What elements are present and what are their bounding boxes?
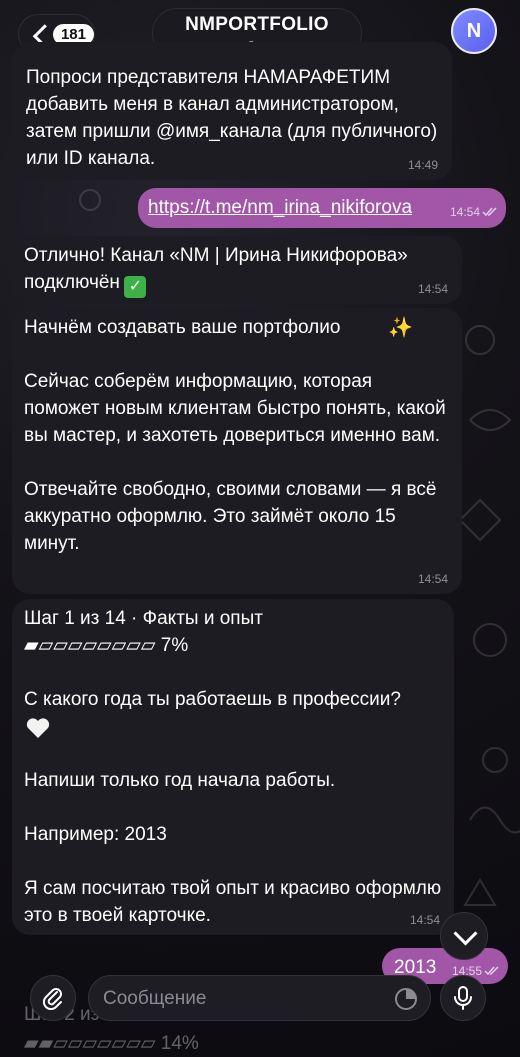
message-text: Отлично! Канал «NM | Ирина Никифорова» п… bbox=[24, 245, 414, 293]
chat-name: NMPORTFOLIO bbox=[185, 14, 329, 35]
message-time: 14:54 bbox=[409, 913, 440, 927]
message-time: 14:54 bbox=[417, 572, 448, 586]
message-incoming[interactable]: Попроси представителя НАМАРАФЕТИМ добави… bbox=[12, 42, 452, 180]
message-input-placeholder: Сообщение bbox=[103, 988, 207, 1009]
double-check-icon bbox=[482, 207, 497, 217]
sticker-icon[interactable] bbox=[394, 987, 418, 1011]
microphone-icon bbox=[454, 986, 472, 1010]
message-text: Попроси представителя НАМАРАФЕТИМ добави… bbox=[26, 67, 443, 169]
chevron-down-icon bbox=[453, 921, 478, 946]
message-incoming[interactable]: Отлично! Канал «NM | Ирина Никифорова» п… bbox=[12, 236, 462, 304]
message-time: 14:54 bbox=[449, 205, 480, 219]
attach-button[interactable] bbox=[30, 975, 76, 1021]
message-time: 14:54 bbox=[417, 282, 448, 296]
bot-avatar[interactable]: N bbox=[451, 8, 497, 54]
microphone-button[interactable] bbox=[440, 975, 486, 1021]
scroll-to-bottom-button[interactable] bbox=[440, 912, 488, 960]
message-incoming[interactable]: Шаг 1 из 14 · Факты и опыт ▰▱▱▱▱▱▱▱▱ 7% … bbox=[12, 599, 454, 935]
double-check-icon bbox=[484, 966, 499, 976]
paperclip-icon bbox=[42, 988, 62, 1010]
peek-message-progress: ▰▰▱▱▱▱▱▱▱ 14% bbox=[24, 1033, 199, 1054]
message-outgoing[interactable]: https://t.me/nm_irina_nikiforova 14:54 bbox=[138, 188, 506, 228]
sparkles-emoji-icon: ✨ bbox=[388, 317, 413, 339]
message-text: Шаг 1 из 14 · Факты и опыт ▰▱▱▱▱▱▱▱▱ 7% … bbox=[24, 608, 442, 926]
message-input[interactable]: Сообщение bbox=[88, 975, 431, 1021]
white-heart-emoji-icon bbox=[26, 718, 50, 738]
message-text: Начнём создавать ваше портфолио Сейчас с… bbox=[24, 317, 446, 554]
message-link[interactable]: https://t.me/nm_irina_nikiforova bbox=[148, 197, 412, 218]
message-time: 14:49 bbox=[407, 158, 438, 172]
check-mark-emoji-icon: ✓ bbox=[124, 276, 147, 298]
message-incoming[interactable]: Начнём создавать ваше портфолио Сейчас с… bbox=[12, 308, 462, 594]
